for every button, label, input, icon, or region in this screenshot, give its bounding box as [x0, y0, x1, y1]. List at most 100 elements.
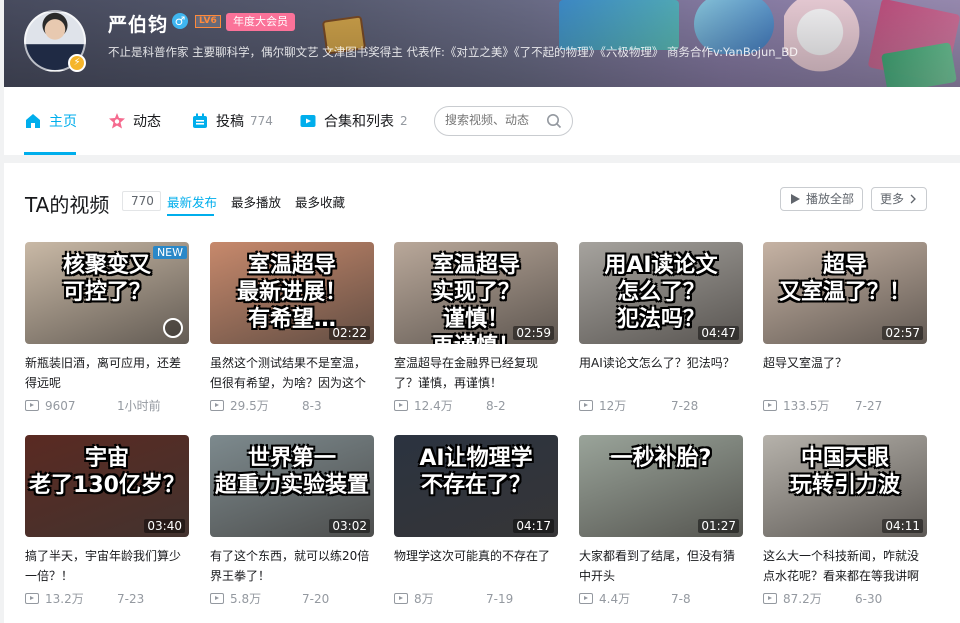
- play-count-icon: [210, 593, 224, 604]
- video-thumbnail[interactable]: 中国天眼 玩转引力波 04:11: [763, 435, 927, 537]
- level-badge: LV6: [195, 15, 221, 28]
- tab-home[interactable]: 主页: [24, 111, 77, 131]
- view-count: 13.2万: [45, 592, 84, 606]
- user-name[interactable]: 严伯钧: [108, 10, 168, 37]
- tab-latest[interactable]: 最新发布: [167, 192, 217, 211]
- video-thumbnail[interactable]: AI让物理学 不存在了？ 04:17: [394, 435, 558, 537]
- video-thumbnail[interactable]: 核聚变又 可控了？ NEW: [25, 242, 189, 344]
- thumbnail-caption: 宇宙 老了130亿岁？: [29, 446, 185, 498]
- play-all-label: 播放全部: [806, 192, 855, 206]
- thumbnail-caption: 世界第一 超重力实验装置: [214, 446, 369, 498]
- space-search[interactable]: [434, 106, 573, 136]
- publish-date: 1小时前: [117, 399, 161, 413]
- play-count-icon: [394, 593, 408, 604]
- video-title[interactable]: 超导又室温了？: [763, 353, 927, 393]
- video-title[interactable]: 室温超导在金融界已经复现了？谨慎，再谨慎！: [394, 353, 558, 393]
- search-icon[interactable]: [546, 113, 562, 129]
- publish-date: 6-30: [855, 591, 883, 606]
- video-thumbnail[interactable]: 室温超导 最新进展！ 有希望… 02:22: [210, 242, 374, 344]
- video-duration: 04:17: [513, 519, 554, 533]
- play-count-icon: [579, 400, 593, 411]
- tab-uploads-label: 投稿: [216, 114, 244, 130]
- play-all-button[interactable]: 播放全部: [780, 187, 864, 211]
- video-title[interactable]: 新瓶装旧酒，离可应用，还差得远呢: [25, 353, 189, 393]
- section-title: TA的视频: [25, 193, 110, 217]
- video-card[interactable]: 室温超导 最新进展！ 有希望… 02:22 虽然这个测试结果不是室温，但很有希望，为…: [210, 242, 374, 414]
- video-thumbnail[interactable]: 一秒补胎? 01:27: [579, 435, 743, 537]
- video-thumbnail[interactable]: 超导 又室温了？！ 02:57: [763, 242, 927, 344]
- gift-box-decoration: [881, 42, 957, 87]
- video-duration: 04:47: [698, 326, 739, 340]
- play-count-icon: [25, 400, 39, 411]
- collection-icon: [300, 115, 316, 127]
- video-title[interactable]: 搞了半天，宇宙年龄我们算少一倍？！: [25, 546, 189, 586]
- view-count: 29.5万: [230, 399, 269, 413]
- video-meta: 9607 1小时前: [25, 397, 189, 414]
- play-icon: [791, 194, 800, 204]
- play-count-icon: [579, 593, 593, 604]
- tab-collections[interactable]: 合集和列表 2: [299, 111, 408, 131]
- tab-collections-label: 合集和列表: [324, 114, 394, 130]
- video-card[interactable]: 用AI读论文 怎么了？ 犯法吗？ 04:47 用AI读论文怎么了？犯法吗？ 12万 7-…: [579, 242, 743, 414]
- video-duration: 01:27: [698, 519, 739, 533]
- publish-date: 7-19: [486, 591, 514, 606]
- video-thumbnail[interactable]: 室温超导 实现了？ 谨慎！ 再谨慎！02:59: [394, 242, 558, 344]
- play-count-icon: [763, 400, 777, 411]
- video-card[interactable]: 一秒补胎? 01:27 大家都看到了结尾，但没有猜中开头 4.4万 7-8: [579, 435, 743, 607]
- video-duration: 02:22: [329, 326, 370, 340]
- video-title[interactable]: 这么大一个科技新闻，咋就没点水花呢？看来都在等我讲啊: [763, 546, 927, 586]
- video-duration: 04:11: [882, 519, 923, 533]
- video-thumbnail[interactable]: 世界第一 超重力实验装置 03:02: [210, 435, 374, 537]
- video-duration: 03:02: [329, 519, 370, 533]
- video-duration: 03:40: [144, 519, 185, 533]
- video-title[interactable]: 有了这个东西，就可以练20倍界王拳了！: [210, 546, 374, 586]
- publish-date: 7-27: [855, 398, 883, 413]
- video-title[interactable]: 大家都看到了结尾，但没有猜中开头: [579, 546, 743, 586]
- video-thumbnail[interactable]: 用AI读论文 怎么了？ 犯法吗？ 04:47: [579, 242, 743, 344]
- video-card[interactable]: 室温超导 实现了？ 谨慎！ 再谨慎！02:59 室温超导在金融界已经复现了？谨慎，…: [394, 242, 558, 414]
- play-count-icon: [25, 593, 39, 604]
- publish-date: 7-28: [671, 398, 699, 413]
- thumbnail-caption: 超导 又室温了？！: [778, 253, 911, 305]
- collections-count: 2: [400, 114, 408, 128]
- publish-date: 8-3: [302, 398, 322, 413]
- video-title[interactable]: 用AI读论文怎么了？犯法吗？: [579, 353, 743, 393]
- publish-date: 7-20: [302, 591, 330, 606]
- publish-date: 8-2: [486, 398, 506, 413]
- video-thumbnail[interactable]: 宇宙 老了130亿岁？ 03:40: [25, 435, 189, 537]
- video-meta: 133.5万 7-27: [763, 397, 927, 414]
- video-card[interactable]: AI让物理学 不存在了？ 04:17 物理学这次可能真的不存在了 8万 7-19: [394, 435, 558, 607]
- tab-uploads[interactable]: 投稿 774: [191, 111, 273, 131]
- video-count-badge: 770: [122, 191, 161, 211]
- video-duration: 02:59: [513, 326, 554, 340]
- more-button[interactable]: 更多: [871, 187, 928, 211]
- search-input[interactable]: [445, 113, 545, 127]
- video-section: TA的视频 770 最新发布 最多播放 最多收藏 播放全部 更多 核聚变又 可控…: [4, 163, 960, 623]
- publish-date: 7-8: [671, 591, 691, 606]
- home-icon: [26, 114, 40, 128]
- video-meta: 4.4万 7-8: [579, 590, 743, 607]
- view-count: 5.8万: [230, 592, 262, 606]
- video-meta: 87.2万 6-30: [763, 590, 927, 607]
- video-card[interactable]: 超导 又室温了？！ 02:57 超导又室温了？ 133.5万 7-27: [763, 242, 927, 414]
- bunny-plush-decoration: [784, 0, 864, 80]
- verified-badge-icon: ⚡: [68, 54, 86, 72]
- video-meta: 8万 7-19: [394, 590, 558, 607]
- male-icon: ♂: [172, 13, 188, 29]
- tab-most-played[interactable]: 最多播放: [231, 192, 281, 211]
- dynamic-icon: [109, 113, 125, 129]
- space-nav: 主页 动态 投稿 774 合集和列表 2: [4, 87, 960, 155]
- view-count: 9607: [45, 398, 76, 413]
- thumbnail-caption: AI让物理学 不存在了？: [419, 446, 533, 498]
- vip-badge[interactable]: 年度大会员: [226, 13, 295, 31]
- video-title[interactable]: 物理学这次可能真的不存在了: [394, 546, 558, 586]
- tab-most-favorited[interactable]: 最多收藏: [295, 192, 345, 211]
- video-card[interactable]: 世界第一 超重力实验装置 03:02 有了这个东西，就可以练20倍界王拳了！ 5.8万…: [210, 435, 374, 607]
- video-title[interactable]: 虽然这个测试结果不是室温，但很有希望，为啥？因为这个: [210, 353, 374, 393]
- thumbnail-caption: 中国天眼 玩转引力波: [789, 446, 900, 498]
- video-card[interactable]: 宇宙 老了130亿岁？ 03:40 搞了半天，宇宙年龄我们算少一倍？！ 13.2万 7-…: [25, 435, 189, 607]
- video-card[interactable]: 核聚变又 可控了？ NEW 新瓶装旧酒，离可应用，还差得远呢 9607 1小时前: [25, 242, 189, 414]
- thumbnail-caption: 室温超导 最新进展！ 有希望…: [236, 253, 347, 332]
- video-card[interactable]: 中国天眼 玩转引力波 04:11 这么大一个科技新闻，咋就没点水花呢？看来都在等我讲…: [763, 435, 927, 607]
- tab-dynamic[interactable]: 动态: [108, 111, 161, 131]
